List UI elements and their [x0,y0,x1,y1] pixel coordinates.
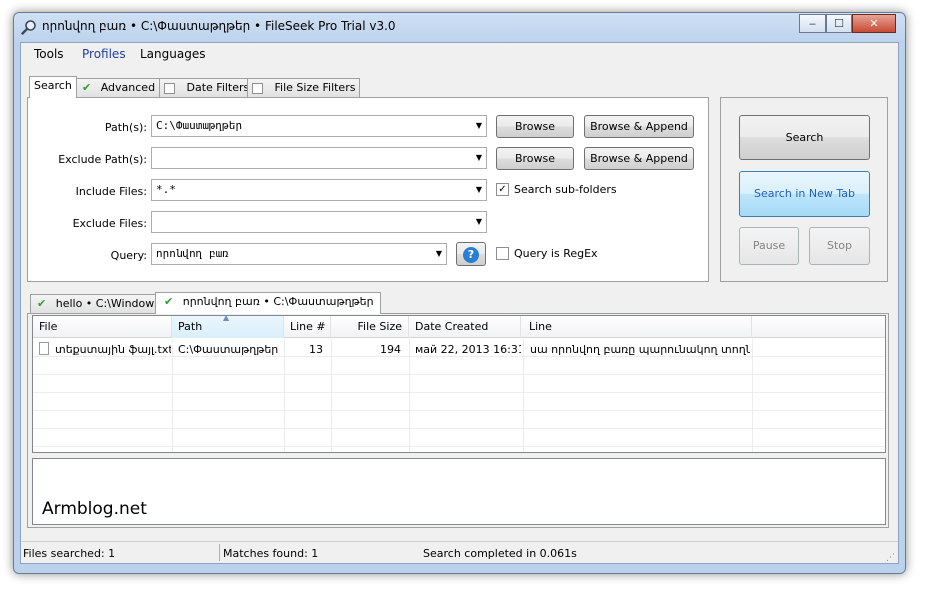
pause-button[interactable]: Pause [739,227,799,265]
cell-line-number: 13 [309,343,323,356]
chevron-down-icon[interactable]: ▼ [476,212,482,232]
result-tab-hello-label: hello • C:\Windows [55,297,160,310]
paths-combo[interactable]: C:\Փաստաթղթեր ▼ [151,115,487,137]
query-regex-checkbox[interactable] [496,247,509,260]
column-header-line-number[interactable]: Line # [284,316,331,338]
sort-ascending-icon: ▲ [223,313,230,322]
cell-file: տեքստային ֆայլ.txt [55,343,171,356]
resize-grip-icon[interactable]: ⋰ [886,553,895,563]
result-tab-active-label: որոնվող բառ • C:\Փաստաթղթեր [182,295,374,308]
query-combo[interactable]: որոնվող բառ ▼ [151,243,447,265]
date-filters-checkbox[interactable] [164,82,175,94]
cell-date-created: май 22, 2013 16:31 [415,343,521,356]
browse-append-exclude-button[interactable]: Browse & Append [584,147,694,170]
search-subfolders-checkbox[interactable]: ✓ [496,183,509,196]
paths-label: Path(s): [104,121,147,134]
column-header-file-size[interactable]: File Size [331,316,409,338]
tab-date-filters[interactable]: Date Filters [159,78,255,98]
browse-paths-button[interactable]: Browse [496,115,574,138]
chevron-down-icon[interactable]: ▼ [476,116,482,136]
tab-search[interactable]: Search [29,76,77,98]
preview-pane[interactable]: Armblog.net [32,458,886,525]
check-icon: ✔ [82,81,92,94]
preview-text: Armblog.net [42,499,147,519]
chevron-down-icon[interactable]: ▼ [476,148,482,168]
help-icon: ? [463,247,479,263]
check-icon: ✔ [164,295,174,308]
tab-date-filters-label: Date Filters [186,81,250,94]
status-matches-found: Matches found: 1 [223,547,319,560]
result-tab-hello[interactable]: ✔ hello • C:\Windows [30,294,165,314]
include-files-value: *.* [156,183,176,196]
status-divider [21,541,898,542]
tab-advanced[interactable]: ✔ Advanced [75,78,161,98]
search-icon [21,20,36,35]
table-row[interactable]: տեքստային ֆայլ.txt C:\Փաստաթղթեր 13 194 … [33,341,885,358]
result-tab-active[interactable]: ✔ որոնվող բառ • C:\Փաստաթղթեր [155,292,381,314]
chevron-down-icon[interactable]: ▼ [436,244,442,264]
query-regex-label: Query is RegEx [514,247,598,260]
close-button[interactable]: ✕ [852,14,896,33]
exclude-paths-combo[interactable]: ▼ [151,147,487,169]
include-files-combo[interactable]: *.* ▼ [151,179,487,201]
results-table[interactable]: File Path ▲ Line # File Size Date Create… [32,313,886,453]
search-button[interactable]: Search [739,115,870,160]
help-button[interactable]: ? [456,242,486,266]
column-header-file[interactable]: File [33,316,172,338]
exclude-files-label: Exclude Files: [72,217,147,230]
check-icon: ✔ [37,297,47,310]
browse-append-paths-button[interactable]: Browse & Append [584,115,694,138]
tab-advanced-label: Advanced [100,81,156,94]
column-header-line[interactable]: Line [523,316,752,338]
maximize-button[interactable]: ☐ [826,14,852,33]
status-completed: Search completed in 0.061s [423,547,577,560]
cell-path: C:\Փաստաթղթեր [178,343,279,356]
include-files-label: Include Files: [75,185,147,198]
search-new-tab-button[interactable]: Search in New Tab [739,171,870,217]
menu-profiles[interactable]: Profiles [82,47,126,61]
menu-languages[interactable]: Languages [140,47,205,61]
search-subfolders-label: Search sub-folders [514,183,617,196]
table-header: File Path ▲ Line # File Size Date Create… [33,313,885,338]
tab-file-size-filters-label: File Size Filters [274,81,356,94]
column-header-date-created[interactable]: Date Created [409,316,521,338]
query-label: Query: [110,249,147,262]
query-value: որոնվող բառ [156,247,229,260]
stop-button[interactable]: Stop [809,227,870,265]
status-separator [219,544,220,561]
cell-line: սա որոնվող բառը պարունակող տողն է [530,343,750,356]
paths-value: C:\Փաստաթղթեր [156,119,243,132]
window-title: որոնվող բառ • C:\Փաստաթղթեր • FileSeek P… [42,19,396,33]
exclude-paths-label: Exclude Path(s): [58,153,147,166]
chevron-down-icon[interactable]: ▼ [476,180,482,200]
menu-tools[interactable]: Tools [34,47,64,61]
file-icon [39,342,49,355]
status-files-searched: Files searched: 1 [23,547,116,560]
cell-file-size: 194 [380,343,401,356]
browse-exclude-button[interactable]: Browse [496,147,574,170]
file-size-filters-checkbox[interactable] [252,82,263,94]
exclude-files-combo[interactable]: ▼ [151,211,487,233]
minimize-button[interactable]: ‒ [799,14,826,33]
tab-file-size-filters[interactable]: File Size Filters [247,78,361,98]
